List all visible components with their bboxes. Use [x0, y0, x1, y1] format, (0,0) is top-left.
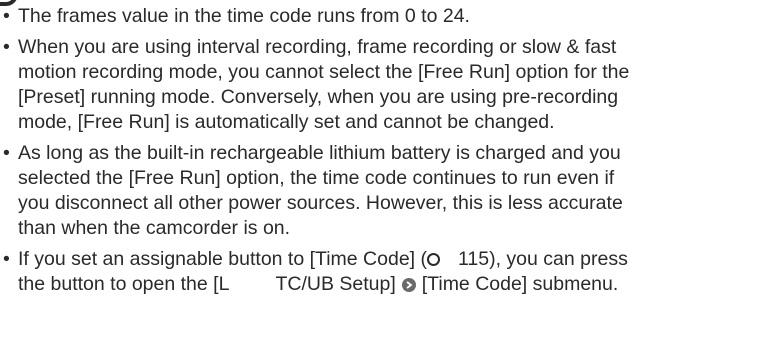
note-2-line-1: When you are using interval recording, f… [18, 36, 617, 58]
bullet: • [3, 36, 10, 58]
bullet: • [3, 142, 10, 164]
note-3-line-3: you disconnect all other power sources. … [18, 192, 623, 214]
note-2-line-2: motion recording mode, you cannot select… [18, 61, 630, 83]
note-2-line-4: mode, [Free Run] is automatically set an… [18, 111, 555, 133]
note-4-text-b: the button to open the [ [18, 273, 219, 295]
note-4-text-a: If you set an assignable button to [Time… [18, 248, 428, 270]
note-1-line-1: The frames value in the time code runs f… [18, 5, 470, 27]
bullet: • [3, 5, 10, 27]
note-item: • The frames value in the time code runs… [0, 4, 759, 29]
page-reference-icon [427, 253, 441, 266]
note-2-line-3: [Preset] running mode. Conversely, when … [18, 86, 619, 108]
note-4-line-2: the button to open the [L TC/UB Setup] [Ti… [18, 272, 759, 297]
note-4-setup: TC/UB Setup] [275, 273, 396, 295]
bullet: • [3, 248, 10, 270]
menu-setup-icon: L [218, 273, 230, 295]
note-3-line-4: than when the camcorder is on. [18, 217, 291, 239]
note-4-end: [Time Code] submenu. [421, 273, 619, 295]
note-4-line-1: If you set an assignable button to [Time… [18, 247, 759, 272]
menu-arrow-icon [401, 278, 416, 292]
note-item: • As long as the built-in rechargeable l… [0, 141, 759, 241]
note-item: • When you are using interval recording,… [0, 35, 759, 135]
notes-list: • The frames value in the time code runs… [0, 4, 759, 303]
note-4-page-ref: 115), you can press [458, 248, 628, 270]
note-item: • If you set an assignable button to [Ti… [0, 247, 759, 297]
note-3-line-2: selected the [Free Run] option, the time… [18, 167, 615, 189]
note-3-line-1: As long as the built-in rechargeable lit… [18, 142, 621, 164]
